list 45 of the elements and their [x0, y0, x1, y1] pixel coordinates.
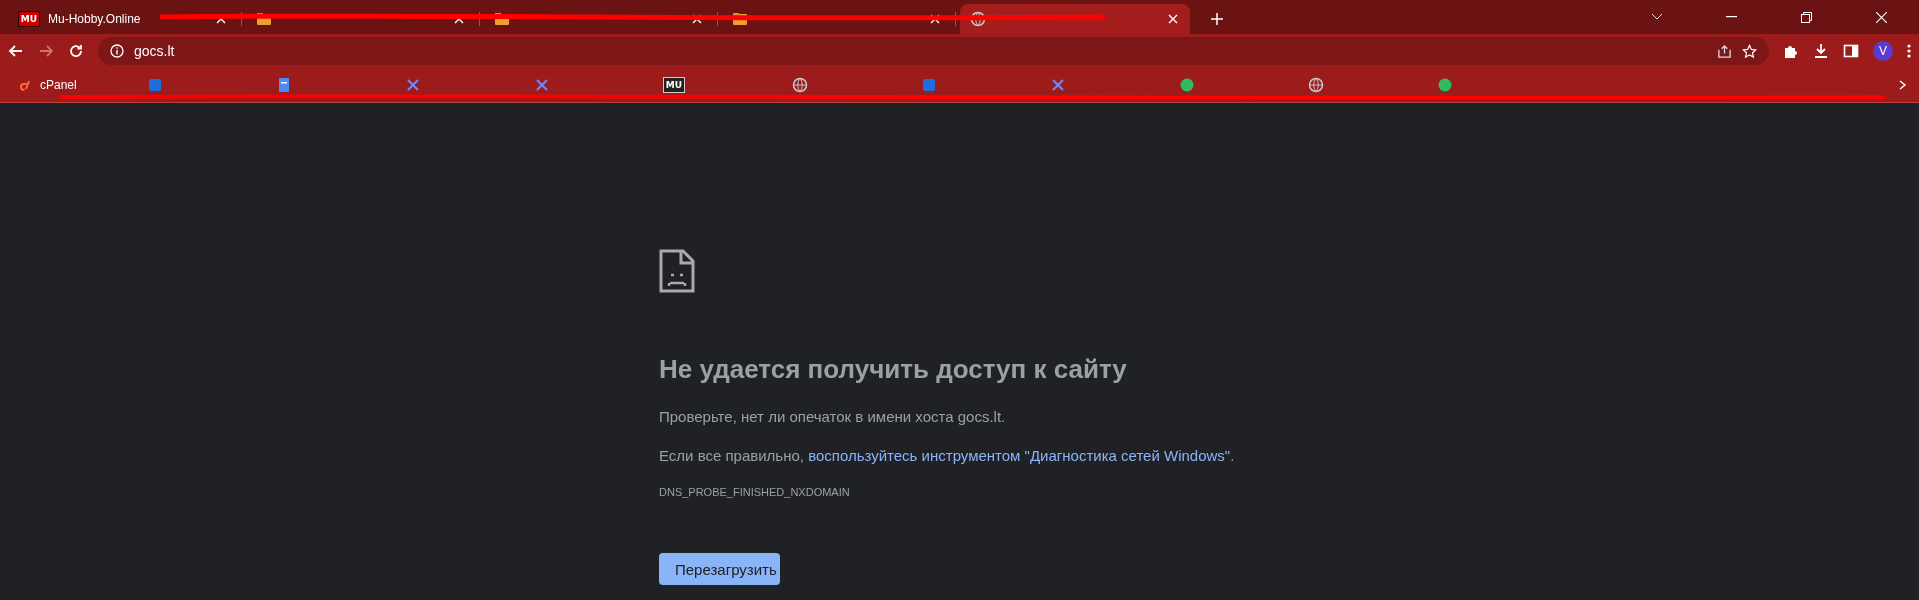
profile-avatar[interactable]: V [1873, 41, 1893, 61]
bookmark-title: cPanel [40, 78, 77, 92]
cross-icon [534, 77, 550, 93]
back-arrow-icon[interactable] [8, 43, 24, 59]
globe-icon [970, 11, 986, 27]
circle-icon [1437, 77, 1453, 93]
reload-button[interactable]: Перезагрузить [659, 553, 780, 585]
bookmark[interactable]: MU [657, 72, 782, 98]
error-suggestion: Если все правильно, воспользуйтесь инструментом "Диагностика сетей Windows". [659, 447, 1236, 464]
download-icon[interactable] [1813, 43, 1829, 59]
close-icon[interactable] [1166, 14, 1180, 24]
bookmark[interactable]: cPanel [12, 72, 137, 98]
cross-icon [405, 77, 421, 93]
error-hint: Проверьте, нет ли опечаток в имени хоста gocs.lt. [659, 408, 1007, 425]
diagnostics-link[interactable]: воспользуйтесь инструментом "Диагностика сетей Windows" [808, 447, 1231, 464]
restore-icon[interactable] [1801, 11, 1812, 23]
folder-icon [256, 11, 272, 27]
chevron-down-icon[interactable] [1650, 13, 1663, 21]
reload-icon[interactable] [68, 43, 84, 59]
site-logo-icon: MU [18, 11, 40, 27]
document-icon [276, 77, 292, 93]
browser-tab[interactable]: MU Mu-Hobby.Online [8, 4, 238, 34]
puzzle-icon[interactable] [1783, 43, 1799, 59]
address-bar[interactable]: gocs.lt [98, 37, 1769, 65]
square-icon [921, 77, 937, 93]
plus-icon[interactable] [1210, 12, 1224, 26]
minimize-icon[interactable] [1726, 16, 1737, 18]
close-icon[interactable] [1876, 11, 1887, 23]
sad-page-icon [659, 249, 695, 293]
globe-icon [792, 77, 808, 93]
cross-icon [1050, 77, 1066, 93]
folder-icon [732, 11, 748, 27]
info-icon[interactable] [110, 44, 124, 58]
circle-icon [1179, 77, 1195, 93]
site-logo-icon: MU [663, 77, 685, 93]
chevron-right-icon[interactable] [1899, 80, 1907, 90]
globe-icon [1308, 77, 1324, 93]
menu-icon[interactable] [1907, 43, 1911, 59]
share-icon[interactable] [1717, 43, 1732, 59]
error-code: DNS_PROBE_FINISHED_NXDOMAIN [659, 486, 851, 498]
url-text: gocs.lt [134, 43, 176, 59]
error-heading: Не удается получить доступ к сайту [659, 356, 1128, 382]
square-icon [147, 77, 163, 93]
star-icon[interactable] [1742, 43, 1757, 59]
side-panel-icon[interactable] [1843, 43, 1859, 59]
